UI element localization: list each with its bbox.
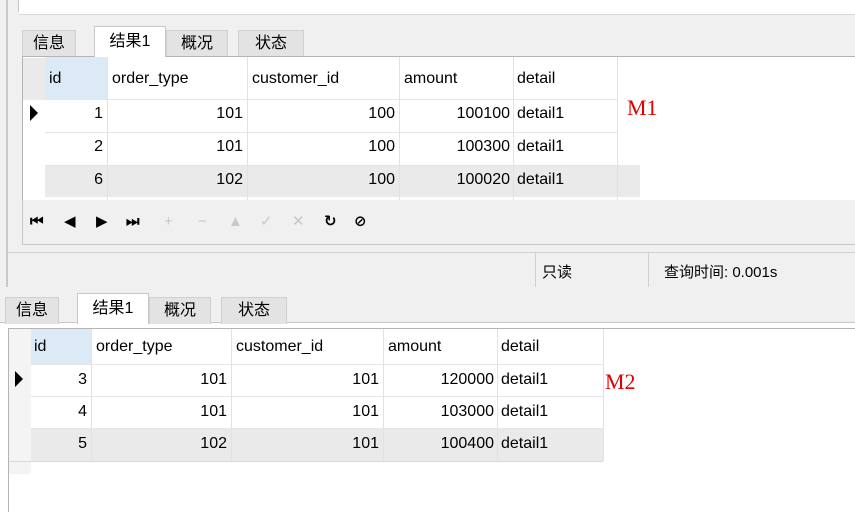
result-grid: id order_type customer_id amount detail … xyxy=(22,56,855,201)
cell-order-type[interactable]: 101 xyxy=(107,131,243,163)
result-panel-m1: 信息 结果1 概况 状态 id order_type customer_id a… xyxy=(0,0,855,288)
cell-order-type[interactable]: 101 xyxy=(107,98,243,130)
query-editor-edge xyxy=(19,0,855,15)
annotation-label-m1: M1 xyxy=(627,95,658,120)
cell-amount[interactable]: 120000 xyxy=(383,364,494,396)
status-bar: 只读 查询时间: 0.001s xyxy=(8,252,855,288)
tab-result1[interactable]: 结果1 xyxy=(94,26,166,57)
cell-order-type[interactable]: 102 xyxy=(107,164,243,196)
delete-record-icon[interactable]: − xyxy=(198,212,207,232)
next-record-icon[interactable]: ▶ xyxy=(96,212,108,232)
result-grid: id order_type customer_id amount detail … xyxy=(8,328,855,512)
status-divider xyxy=(535,253,536,288)
column-header-order-type[interactable]: order_type xyxy=(112,63,189,95)
cell-order-type[interactable]: 101 xyxy=(91,364,227,396)
apply-changes-icon[interactable]: ✓ xyxy=(260,212,273,232)
prev-record-icon[interactable]: ◀ xyxy=(64,212,76,232)
tab-status[interactable]: 状态 xyxy=(238,30,304,57)
cell-customer-id[interactable]: 100 xyxy=(247,98,395,130)
result-panel-m2: 信息 结果1 概况 状态 id order_type customer_id a… xyxy=(0,287,855,512)
tab-overview[interactable]: 概况 xyxy=(166,30,228,57)
cell-id[interactable]: 1 xyxy=(45,98,103,130)
column-header-amount[interactable]: amount xyxy=(388,331,441,363)
cell-detail[interactable]: detail1 xyxy=(501,364,548,396)
cell-detail[interactable]: detail1 xyxy=(501,396,548,428)
query-time-status: 查询时间: 0.001s xyxy=(664,264,778,281)
refresh-icon[interactable]: ↻ xyxy=(324,212,337,232)
panel-divider xyxy=(6,0,8,287)
column-header-detail[interactable]: detail xyxy=(501,331,539,363)
last-record-icon[interactable]: ⏭ xyxy=(126,212,140,232)
col-divider xyxy=(497,329,498,461)
add-record-icon[interactable]: + xyxy=(164,212,173,232)
tab-status[interactable]: 状态 xyxy=(221,297,287,324)
readonly-status: 只读 xyxy=(542,264,573,281)
column-header-order-type[interactable]: order_type xyxy=(96,331,173,363)
column-header-id[interactable]: id xyxy=(49,63,61,95)
col-divider xyxy=(513,57,514,200)
cell-detail[interactable]: detail1 xyxy=(517,131,564,163)
column-header-amount[interactable]: amount xyxy=(404,63,457,95)
cell-customer-id[interactable]: 100 xyxy=(247,164,395,196)
cell-amount[interactable]: 100020 xyxy=(399,164,510,196)
cell-customer-id[interactable]: 101 xyxy=(231,364,379,396)
result-tabs: 信息 结果1 概况 状态 xyxy=(22,26,322,57)
column-header-detail[interactable]: detail xyxy=(517,63,555,95)
cell-detail[interactable]: detail1 xyxy=(517,98,564,130)
cell-id[interactable]: 5 xyxy=(31,428,87,460)
cell-detail[interactable]: detail1 xyxy=(517,164,564,196)
first-record-icon[interactable]: ⏮ xyxy=(30,212,44,232)
cell-amount[interactable]: 103000 xyxy=(383,396,494,428)
status-divider xyxy=(648,253,649,288)
cell-id[interactable]: 6 xyxy=(45,164,103,196)
cell-id[interactable]: 4 xyxy=(31,396,87,428)
edit-record-icon[interactable]: ▲ xyxy=(228,212,243,232)
cell-order-type[interactable]: 102 xyxy=(91,428,227,460)
result-tabs: 信息 结果1 概况 状态 xyxy=(5,293,305,324)
cell-amount[interactable]: 100400 xyxy=(383,428,494,460)
cell-customer-id[interactable]: 101 xyxy=(231,396,379,428)
cell-amount[interactable]: 100300 xyxy=(399,131,510,163)
cell-customer-id[interactable]: 101 xyxy=(231,428,379,460)
column-header-customer-id[interactable]: customer_id xyxy=(236,331,323,363)
cell-order-type[interactable]: 101 xyxy=(91,396,227,428)
discard-changes-icon[interactable]: ✕ xyxy=(292,212,305,232)
tab-info[interactable]: 信息 xyxy=(5,297,59,324)
cell-detail[interactable]: detail1 xyxy=(501,428,548,460)
col-divider xyxy=(603,329,604,461)
annotation-label-m2: M2 xyxy=(605,369,636,394)
current-row-pointer-icon xyxy=(30,105,38,121)
grid-nav-toolbar xyxy=(22,200,855,245)
column-header-id[interactable]: id xyxy=(34,331,46,363)
tab-overview[interactable]: 概况 xyxy=(149,297,211,324)
row-indicator-col xyxy=(9,329,31,474)
column-header-customer-id[interactable]: customer_id xyxy=(252,63,339,95)
cell-amount[interactable]: 100100 xyxy=(399,98,510,130)
tab-info[interactable]: 信息 xyxy=(22,30,76,57)
row-divider xyxy=(9,461,603,462)
cell-id[interactable]: 3 xyxy=(31,364,87,396)
stop-icon[interactable]: ⊘ xyxy=(354,212,367,232)
cell-customer-id[interactable]: 100 xyxy=(247,131,395,163)
row-indicator-col xyxy=(23,58,45,100)
tab-result1[interactable]: 结果1 xyxy=(77,293,149,324)
cell-id[interactable]: 2 xyxy=(45,131,103,163)
current-row-pointer-icon xyxy=(15,371,23,387)
col-divider xyxy=(617,57,618,200)
